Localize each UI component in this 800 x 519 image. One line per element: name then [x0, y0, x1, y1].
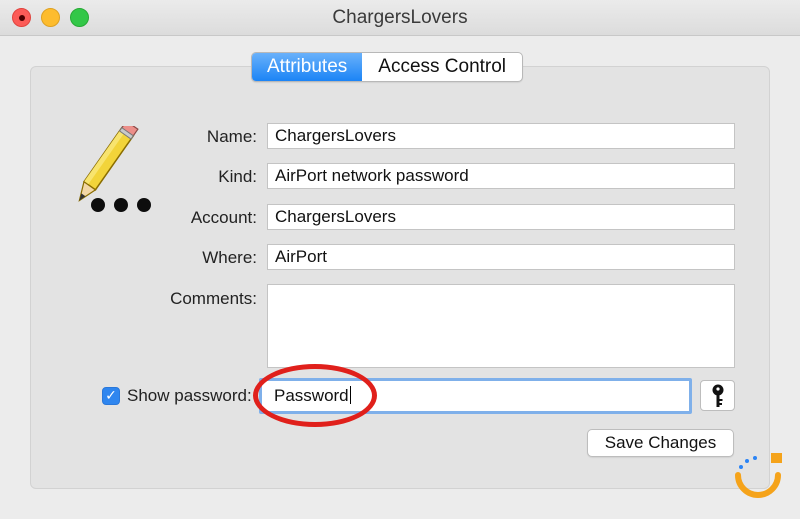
key-button[interactable]: [700, 380, 735, 411]
kind-label: Kind:: [218, 167, 257, 186]
where-label: Where:: [202, 248, 257, 267]
kind-field[interactable]: AirPort network password: [267, 163, 735, 189]
pencil-with-dots-icon: [78, 126, 151, 212]
save-changes-button[interactable]: Save Changes: [587, 429, 734, 457]
show-password-label: Show password:: [127, 386, 252, 405]
where-field[interactable]: AirPort: [267, 244, 735, 270]
name-label: Name:: [206, 127, 257, 146]
window-title: ChargersLovers: [332, 7, 468, 28]
name-field[interactable]: ChargersLovers: [267, 123, 735, 149]
account-field[interactable]: ChargersLovers: [267, 204, 735, 230]
account-label: Account:: [190, 208, 257, 227]
password-field[interactable]: Password: [259, 378, 692, 414]
comments-field[interactable]: [267, 284, 735, 368]
tab-attributes[interactable]: Attributes: [252, 53, 363, 81]
password-text: Password: [274, 386, 349, 405]
text-caret: [349, 386, 351, 404]
keychain-item-window: ChargersLovers Attributes Access Control…: [0, 0, 800, 519]
key-icon: [712, 384, 723, 407]
comments-label: Comments:: [170, 289, 257, 308]
show-password-checkbox[interactable]: ✓: [102, 387, 120, 405]
brand-logo: [735, 453, 782, 498]
tab-bar: Attributes Access Control: [251, 52, 524, 82]
title-bar[interactable]: ChargersLovers: [0, 0, 800, 36]
tab-access-control[interactable]: Access Control: [362, 53, 522, 81]
